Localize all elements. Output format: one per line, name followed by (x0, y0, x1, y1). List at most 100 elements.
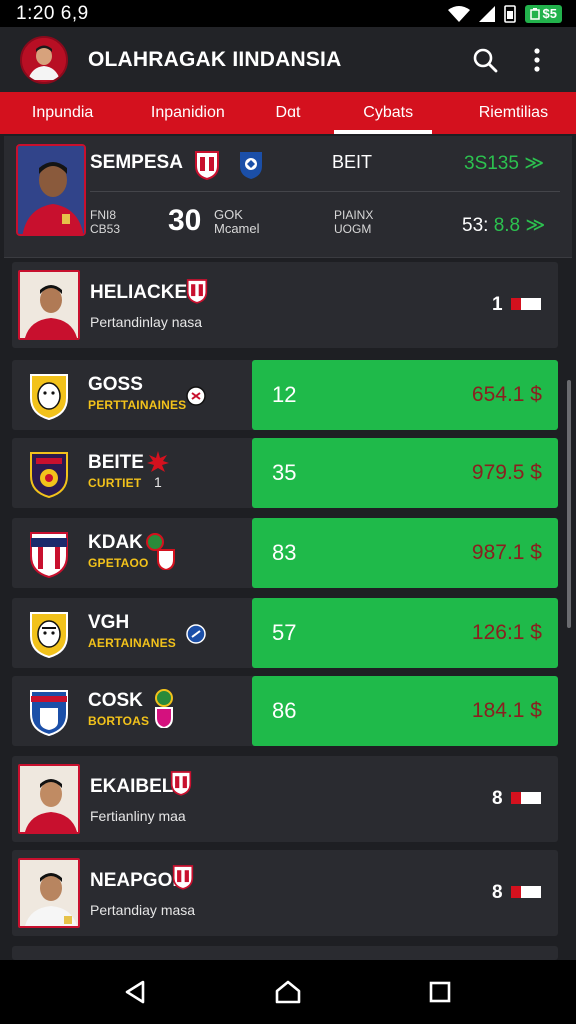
back-button[interactable] (108, 964, 164, 1020)
status-bar: 1:20 6,9 $5 (0, 0, 576, 27)
stat-label-mid: GOK Mcamel (214, 208, 260, 236)
back-triangle-icon (125, 980, 145, 1004)
featured-player-name: SEMPESA (90, 152, 183, 173)
stat-mid-line1: GOK (214, 207, 243, 222)
recents-square-icon (429, 981, 451, 1003)
more-vert-icon (534, 47, 540, 72)
price-bottom-prefix: 53: (462, 215, 489, 236)
tab-inpundia[interactable]: Inpundia (0, 92, 125, 134)
battery-text: $5 (542, 6, 557, 21)
featured-price-bottom: 53: 8.8 ≫ (462, 214, 545, 237)
row-name: COSK (88, 690, 143, 711)
row-subtitle: Fertianliny maa (90, 808, 186, 824)
row-subtitle: PERTTAINAINES (88, 398, 187, 412)
row-name: KDAK (88, 532, 143, 553)
value-panel[interactable]: 57 126:1 $ (252, 598, 558, 668)
overflow-menu-button[interactable] (514, 37, 560, 83)
team-crest-icon (195, 151, 219, 180)
ball-icon (186, 386, 206, 406)
star-burst-icon (147, 451, 169, 472)
value-panel[interactable]: 83 987.1 $ (252, 518, 558, 588)
indonesia-flag-icon (511, 792, 541, 804)
club-crest-icon (30, 612, 68, 658)
list-item[interactable]: KDAK GPETAOO 83 987.1 $ (12, 518, 558, 588)
list-item[interactable] (12, 946, 558, 960)
team-crest-icon (172, 865, 194, 890)
player-photo (18, 270, 80, 340)
price-bottom-value: 8.8 ≫ (493, 215, 546, 236)
system-nav-bar (0, 960, 576, 1024)
row-price: 987.1 $ (471, 541, 542, 564)
row-name: VGH (88, 612, 130, 633)
row-value: 83 (272, 540, 297, 565)
list-item[interactable]: EKAIBEL Fertianliny maa 8 (12, 756, 558, 842)
mascot-icon (155, 689, 173, 728)
list-item[interactable]: COSK BORTOAS 86 184.1 $ (12, 676, 558, 746)
active-tab-indicator (334, 130, 432, 134)
row-subtitle: AERTAINANES (88, 636, 176, 650)
row-rank: 1 (492, 294, 503, 315)
row-subtitle: GPETAOO (88, 556, 149, 570)
signal-icon (478, 5, 495, 22)
mascot-icon (146, 533, 175, 570)
list-item[interactable]: BEITE CURTIET 1 35 979.5 $ (12, 438, 558, 508)
scrollbar[interactable] (567, 380, 571, 628)
row-name: NEAPGOE (90, 870, 186, 891)
status-icons: $5 (447, 4, 562, 23)
recents-button[interactable] (412, 964, 468, 1020)
club-crest-icon (30, 374, 68, 420)
value-panel[interactable]: 12 654.1 $ (252, 360, 558, 430)
row-subtitle: BORTOAS (88, 714, 150, 728)
app-title: OLAHRAGAK IINDANSIA (88, 47, 342, 71)
list-item[interactable]: VGH AERTAINANES 57 126:1 $ (12, 598, 558, 668)
stat-right-line1: PIAINX (334, 208, 374, 222)
stat-left-line2: CB53 (90, 222, 121, 236)
club-crest-icon (30, 532, 68, 578)
team-crest-icon (170, 771, 192, 796)
featured-player-card[interactable]: SEMPESA BEIT 3S135 ≫ FNI8 CB53 30 GOK Mc… (4, 136, 572, 258)
ball-icon (186, 624, 206, 644)
list-item[interactable]: GOSS PERTTAINAINES 12 654.1 $ (12, 360, 558, 430)
row-rank: 8 (492, 788, 503, 809)
featured-column-label: BEIT (332, 152, 373, 172)
club-crest-icon (30, 690, 68, 736)
team-crest-icon (186, 279, 208, 304)
row-value: 57 (272, 620, 297, 645)
stat-left-line1: FNI8 (90, 208, 117, 222)
status-time: 1:20 6,9 (16, 2, 89, 24)
row-name: EKAIBEL (90, 776, 174, 797)
tab-riemtilias[interactable]: Riemtilias (451, 92, 576, 134)
stat-mid-line2: Mcamel (214, 221, 260, 236)
value-panel[interactable]: 86 184.1 $ (252, 676, 558, 746)
app-logo-avatar[interactable] (20, 35, 68, 84)
row-name: BEITE (88, 452, 144, 473)
row-price: 654.1 $ (471, 383, 542, 406)
indonesia-flag-icon (511, 886, 541, 898)
tab-dat[interactable]: Dɑt (250, 92, 325, 134)
featured-divider (90, 191, 560, 192)
list-item[interactable]: HELIACKE Pertandinlay nasa 1 (12, 262, 558, 348)
tab-cybats[interactable]: Cybats (326, 92, 451, 134)
row-price: 184.1 $ (471, 699, 542, 722)
wifi-icon (447, 5, 470, 22)
value-panel[interactable]: 35 979.5 $ (252, 438, 558, 508)
row-subtitle: Pertandinlay nasa (90, 314, 203, 330)
tab-inpanidion[interactable]: Inpanidion (125, 92, 250, 134)
row-value: 86 (272, 698, 297, 723)
row-name: GOSS (88, 374, 143, 395)
row-rank: 8 (492, 882, 503, 903)
player-photo (18, 764, 80, 834)
stat-label-right: PIAINX UOGM (334, 208, 373, 236)
featured-price-top: 3S135 ≫ (464, 153, 545, 174)
row-value: 12 (272, 382, 297, 407)
stat-right-line2: UOGM (334, 222, 372, 236)
row-subtitle-extra: 1 (154, 474, 162, 490)
home-button[interactable] (260, 964, 316, 1020)
search-button[interactable] (462, 37, 508, 83)
indonesia-flag-icon (511, 298, 541, 310)
row-name: HELIACKE (90, 282, 188, 303)
row-subtitle: Pertandiay masa (90, 902, 196, 918)
stat-label-left: FNI8 CB53 (90, 208, 120, 236)
app-header: OLAHRAGAK IINDANSIA (0, 27, 576, 92)
list-item[interactable]: NEAPGOE Pertandiay masa 8 (12, 850, 558, 936)
